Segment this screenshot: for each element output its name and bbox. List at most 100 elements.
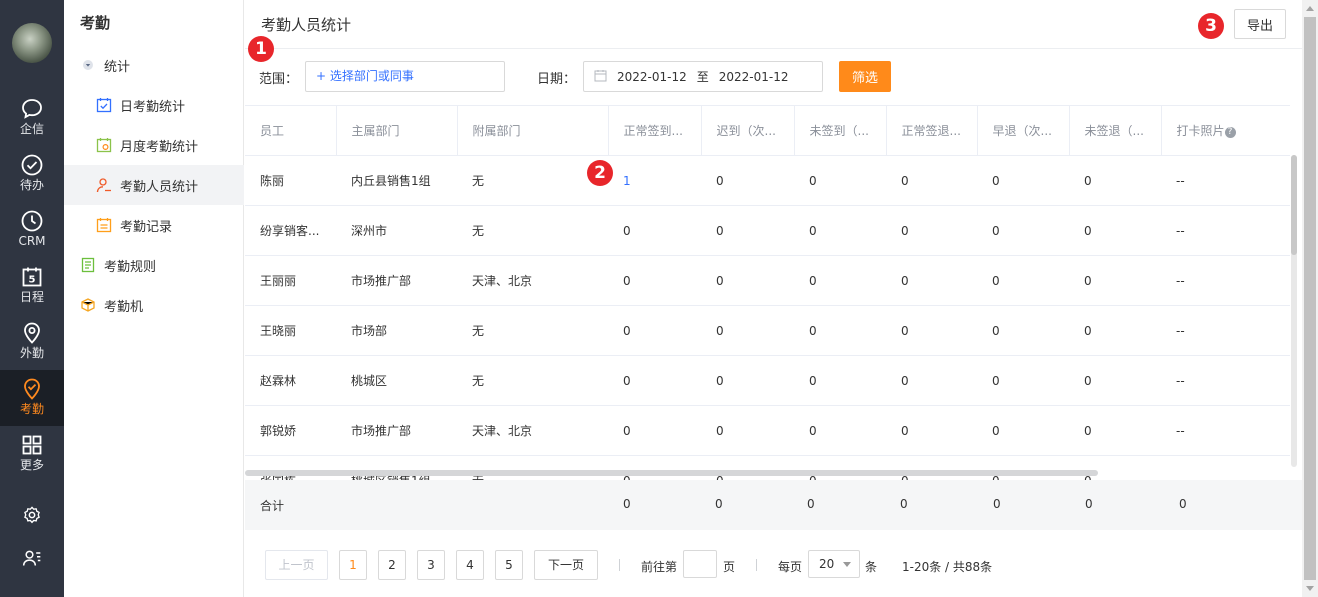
column-header: 主属部门 [336, 105, 458, 156]
prev-page-button[interactable]: 上一页 [265, 550, 328, 580]
date-range-picker[interactable]: 2022-01-12 至 2022-01-12 [583, 61, 823, 92]
per-page-prefix: 每页 [778, 560, 803, 574]
page-button[interactable]: 4 [456, 550, 484, 580]
help-icon[interactable]: ? [1224, 127, 1236, 138]
nav-item-machine[interactable]: 考勤机 [64, 285, 244, 325]
column-header: 附属部门 [457, 105, 609, 156]
rail-item-field[interactable]: 外勤 [0, 314, 64, 370]
table-cell: 0 [794, 305, 886, 356]
table-cell: 无 [457, 455, 608, 480]
attendance-icon [24, 378, 40, 400]
table-cell: 0 [1069, 155, 1161, 206]
table-cell: 0 [977, 405, 1069, 456]
nav-item-person-stats[interactable]: 考勤人员统计 [64, 165, 244, 205]
table-cell: 0 [886, 205, 977, 256]
filter-button[interactable]: 筛选 [839, 61, 891, 92]
column-header[interactable]: 未签退（... [1069, 105, 1162, 156]
table-cell: 0 [1069, 255, 1161, 306]
nav-item-daily-stats[interactable]: 日考勤统计 [64, 85, 244, 125]
table-cell: 0 [886, 255, 977, 306]
contacts-button[interactable] [0, 538, 64, 578]
column-header[interactable]: 早退（次... [977, 105, 1070, 156]
table-vertical-scroll-thumb[interactable] [1291, 155, 1297, 255]
goto-page-input[interactable] [683, 550, 717, 578]
rail-label: 外勤 [19, 346, 44, 360]
punch-machine-icon [80, 297, 96, 313]
table-cell: 内丘县销售1组 [336, 155, 457, 206]
nav-label: 考勤记录 [120, 219, 173, 235]
total-label: 合计 [260, 499, 285, 513]
table-cell: 0 [608, 405, 701, 456]
table-row: 纷享销客... 深州市无 0 0 0 0 0 0 -- [245, 205, 1290, 256]
table-cell: 0 [701, 155, 794, 206]
nav-item-monthly-stats[interactable]: 月度考勤统计 [64, 125, 244, 165]
page-button[interactable]: 2 [378, 550, 406, 580]
location-pin-icon [24, 322, 40, 344]
export-button[interactable]: 导出 [1234, 9, 1286, 39]
table-row: 陈丽 内丘县销售1组无 1 0 0 0 0 0 -- [245, 155, 1290, 206]
rail-item-crm[interactable]: CRM [0, 202, 64, 258]
table-cell: -- [1161, 255, 1290, 306]
table-cell: 陈丽 [245, 155, 336, 206]
table-cell: 0 [977, 155, 1069, 206]
table-cell: 0 [794, 405, 886, 456]
date-end: 2022-01-12 [718, 69, 789, 84]
scroll-down-arrow-icon[interactable] [1306, 586, 1314, 591]
caret-down-icon [80, 57, 96, 73]
rail-item-attendance[interactable]: 考勤 [0, 370, 64, 426]
table-header-row: 员工 主属部门 附属部门 正常签到... 迟到（次... 未签到（... 正常签… [245, 105, 1290, 156]
settings-button[interactable] [0, 495, 64, 535]
rail-item-todo[interactable]: 待办 [0, 146, 64, 202]
total-cell: 0 [807, 497, 815, 511]
table-cell: 0 [794, 155, 886, 206]
table-vertical-scrollbar[interactable] [1291, 155, 1297, 467]
clock-icon [21, 210, 43, 232]
rail-item-more[interactable]: 更多 [0, 426, 64, 482]
scroll-up-arrow-icon[interactable] [1306, 6, 1314, 11]
per-page-suffix: 条 [865, 560, 878, 574]
page-button[interactable]: 1 [339, 550, 367, 580]
daily-check-icon [96, 97, 112, 113]
table-cell: 0 [608, 355, 701, 406]
table-horizontal-scrollbar[interactable] [245, 470, 1098, 476]
table-row: 赵霖林 桃城区无 0 0 0 0 0 0 -- [245, 355, 1290, 406]
rail-item-schedule[interactable]: 5 日程 [0, 258, 64, 314]
gear-icon [24, 506, 40, 524]
table-cell: 0 [977, 455, 1069, 480]
column-header[interactable]: 正常签到... [608, 105, 702, 156]
nav-item-records[interactable]: 考勤记录 [64, 205, 244, 245]
table-cell[interactable]: 1 [608, 155, 701, 206]
table-cell: 桃城区 [336, 355, 457, 406]
column-header[interactable]: 未签到（... [794, 105, 887, 156]
avatar[interactable] [12, 23, 52, 63]
window-scrollbar[interactable] [1302, 0, 1318, 597]
nav-label: 日考勤统计 [120, 99, 186, 115]
rail-label: CRM [18, 234, 46, 248]
table-cell: 市场推广部 [336, 405, 457, 456]
table-cell: 0 [1069, 205, 1161, 256]
stats-table: 员工 主属部门 附属部门 正常签到... 迟到（次... 未签到（... 正常签… [245, 105, 1290, 480]
column-header[interactable]: 正常签退... [886, 105, 978, 156]
rail-label: 日程 [19, 290, 44, 304]
date-separator: 至 [696, 70, 709, 84]
page-button[interactable]: 3 [417, 550, 445, 580]
table-body: 陈丽 内丘县销售1组无 1 0 0 0 0 0 -- 纷享销客... 深州市无 0 0 0 0 0 0 -- 王丽丽… [245, 155, 1290, 480]
caret-down-icon [843, 562, 851, 567]
nav-item-rules[interactable]: 考勤规则 [64, 245, 244, 285]
table-cell: 0 [701, 205, 794, 256]
rail-item-chat[interactable]: 企信 [0, 90, 64, 146]
table-cell: 0 [608, 255, 701, 306]
window-scroll-thumb[interactable] [1304, 17, 1316, 580]
nav-group-statistics[interactable]: 统计 [64, 45, 244, 85]
table-row: 郭锐娇 市场推广部 天津、北京 0 0 0 0 0 0 -- [245, 405, 1290, 456]
scope-picker[interactable]: + 选择部门或同事 [305, 61, 505, 92]
monthly-calendar-icon [96, 137, 112, 153]
rail-label: 考勤 [19, 402, 44, 416]
nav-label: 考勤人员统计 [120, 179, 199, 195]
page-button[interactable]: 5 [495, 550, 523, 580]
column-header[interactable]: 迟到（次... [701, 105, 795, 156]
table-cell: 0 [701, 355, 794, 406]
per-page-select[interactable]: 20 [808, 550, 860, 578]
table-cell: 0 [977, 355, 1069, 406]
next-page-button[interactable]: 下一页 [534, 550, 598, 580]
